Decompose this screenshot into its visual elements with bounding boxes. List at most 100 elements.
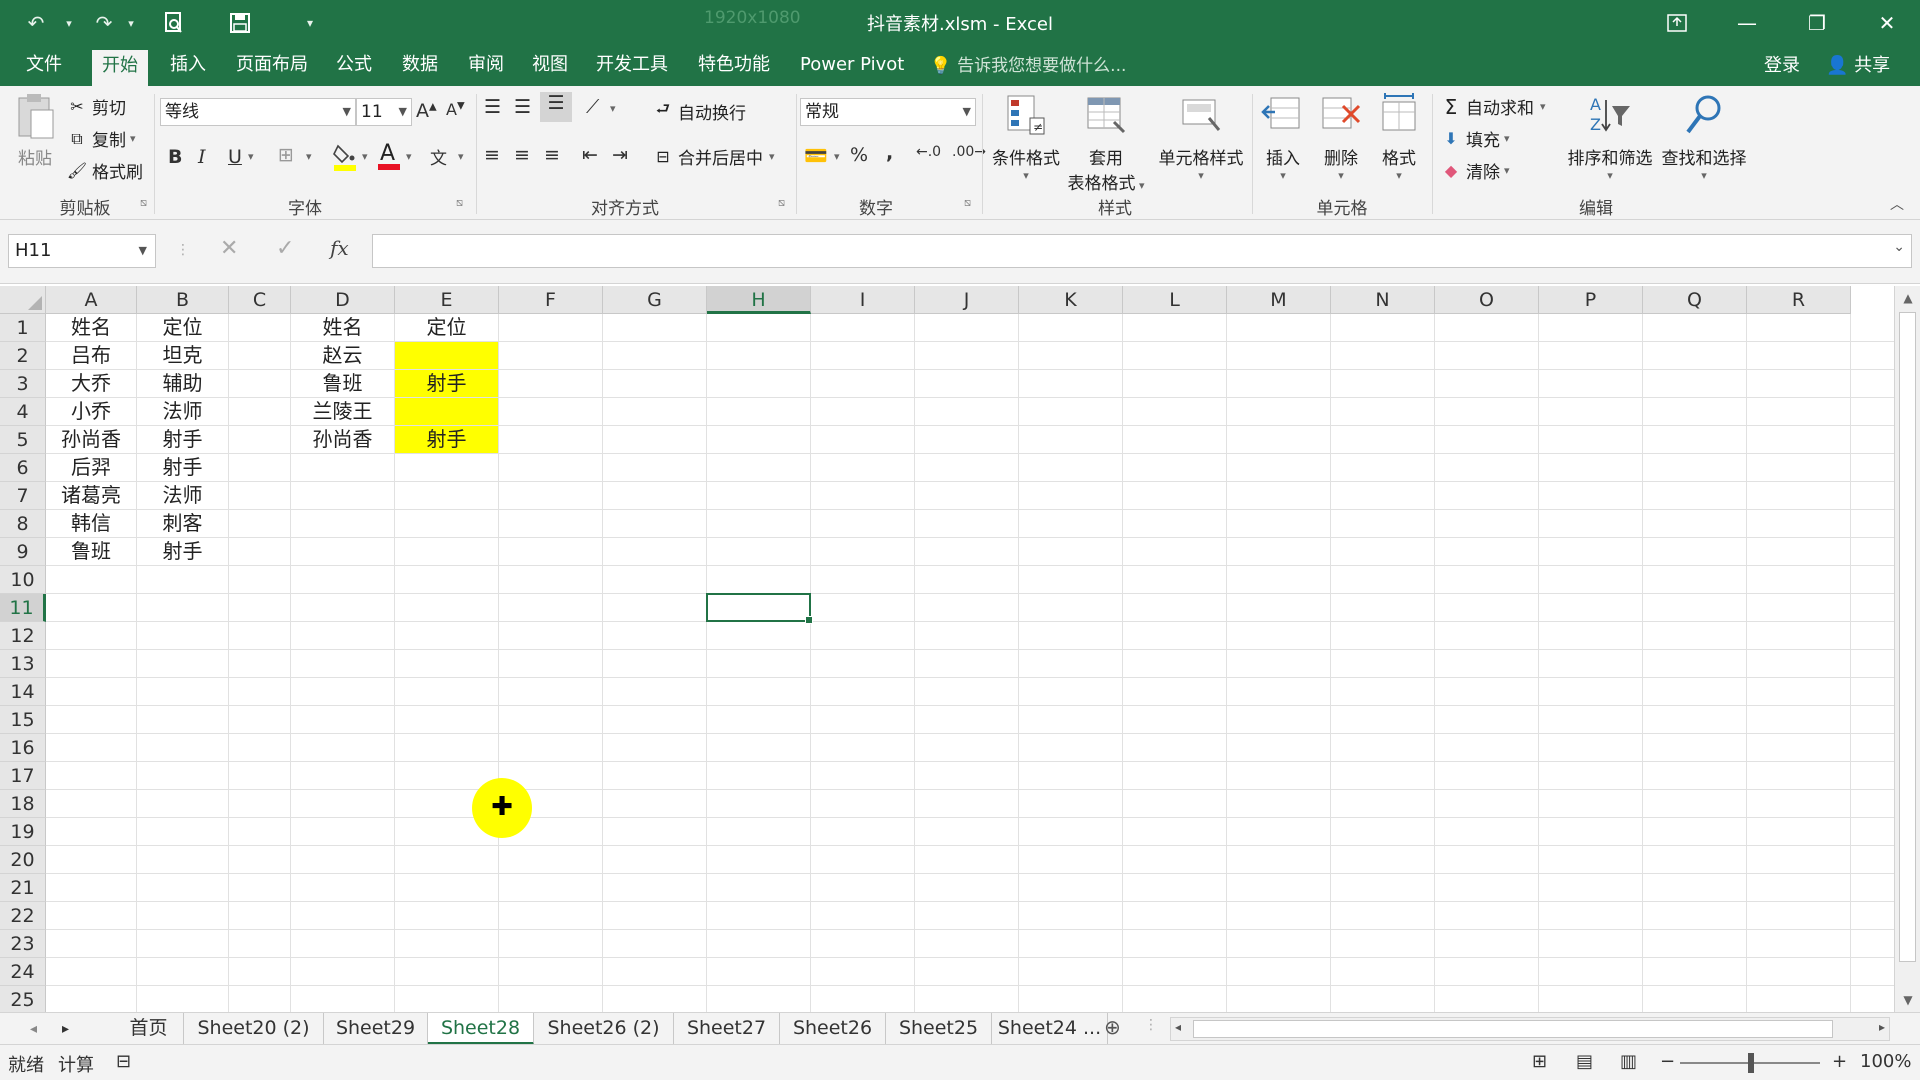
phonetic-guide-icon[interactable]: 文: [430, 144, 447, 169]
autosum-button[interactable]: Σ 自动求和 ▾: [1440, 94, 1546, 120]
format-as-table-button[interactable]: 套用 表格格式 ▾: [1060, 92, 1152, 194]
cell-A8[interactable]: 韩信: [46, 510, 136, 537]
macro-record-icon[interactable]: ⊟: [116, 1051, 131, 1072]
format-painter-button[interactable]: 🖌 格式刷: [66, 158, 143, 183]
cell-A4[interactable]: 小乔: [46, 398, 136, 425]
comma-style-icon[interactable]: ,: [886, 142, 893, 164]
scroll-down-icon[interactable]: ▼: [1895, 988, 1920, 1012]
expand-formula-icon[interactable]: ⌄: [1893, 239, 1905, 255]
row-header-10[interactable]: 10: [0, 566, 46, 594]
cell-D3[interactable]: 鲁班: [291, 370, 394, 397]
fill-button[interactable]: ⬇ 填充 ▾: [1440, 126, 1509, 151]
scroll-right-icon[interactable]: ▸: [1879, 1020, 1885, 1034]
align-center-icon[interactable]: ≡: [514, 144, 530, 166]
cell-A3[interactable]: 大乔: [46, 370, 136, 397]
column-header-P[interactable]: P: [1539, 286, 1643, 314]
italic-icon[interactable]: I: [198, 146, 206, 168]
align-bottom-icon[interactable]: ☰: [540, 92, 572, 122]
row-header-15[interactable]: 15: [0, 706, 46, 734]
sheet-tab-5[interactable]: Sheet27: [674, 1013, 780, 1045]
column-header-J[interactable]: J: [915, 286, 1019, 314]
wrap-text-button[interactable]: ⮐ 自动换行: [652, 98, 746, 125]
column-header-M[interactable]: M: [1227, 286, 1331, 314]
vertical-scrollbar[interactable]: ▲ ▼: [1894, 286, 1920, 1012]
name-box[interactable]: H11 ▼: [8, 234, 156, 268]
horizontal-scrollbar[interactable]: ◂ ▸: [1170, 1017, 1890, 1041]
currency-icon[interactable]: 💳: [804, 144, 828, 167]
select-all-corner[interactable]: [0, 286, 46, 314]
bold-icon[interactable]: B: [168, 146, 182, 168]
column-header-N[interactable]: N: [1331, 286, 1435, 314]
column-header-F[interactable]: F: [499, 286, 603, 314]
share-button[interactable]: 👤 共享: [1826, 46, 1890, 86]
add-sheet-icon[interactable]: ⊕: [1104, 1015, 1121, 1039]
cell-B5[interactable]: 射手: [137, 426, 228, 453]
row-header-8[interactable]: 8: [0, 510, 46, 538]
tab-data[interactable]: 数据: [392, 46, 448, 86]
row-header-17[interactable]: 17: [0, 762, 46, 790]
row-header-11[interactable]: 11: [0, 594, 46, 622]
number-format-select[interactable]: 常规 ▼: [800, 98, 976, 126]
format-cells-button[interactable]: 格式 ▾: [1374, 92, 1424, 182]
dialog-launcher-icon[interactable]: ⧅: [456, 196, 463, 210]
sheet-tab-4[interactable]: Sheet26 (2): [534, 1013, 674, 1045]
column-header-G[interactable]: G: [603, 286, 707, 314]
font-size-select[interactable]: 11 ▼: [356, 98, 412, 126]
restore-icon[interactable]: ❐: [1786, 0, 1848, 46]
clear-button[interactable]: ◆ 清除 ▾: [1440, 158, 1510, 183]
tab-formulas[interactable]: 公式: [326, 46, 382, 86]
row-header-16[interactable]: 16: [0, 734, 46, 762]
increase-indent-icon[interactable]: ⇥: [612, 144, 628, 166]
ribbon-display-options-icon[interactable]: [1646, 0, 1708, 46]
chevron-down-icon[interactable]: ▾: [834, 150, 840, 163]
login-button[interactable]: 登录: [1764, 46, 1800, 86]
tab-special-features[interactable]: 特色功能: [688, 46, 780, 86]
row-header-20[interactable]: 20: [0, 846, 46, 874]
scroll-left-icon[interactable]: ◂: [1175, 1020, 1181, 1034]
row-header-3[interactable]: 3: [0, 370, 46, 398]
cell-D4[interactable]: 兰陵王: [291, 398, 394, 425]
percent-icon[interactable]: %: [850, 144, 868, 166]
cell-B8[interactable]: 刺客: [137, 510, 228, 537]
horizontal-scroll-thumb[interactable]: [1193, 1020, 1833, 1038]
sort-filter-button[interactable]: AZ 排序和筛选 ▾: [1562, 92, 1658, 182]
cell-B6[interactable]: 射手: [137, 454, 228, 481]
increase-decimal-icon[interactable]: ←.0: [916, 144, 941, 160]
column-header-D[interactable]: D: [291, 286, 395, 314]
column-header-A[interactable]: A: [46, 286, 137, 314]
zoom-out-icon[interactable]: −: [1660, 1051, 1675, 1072]
column-header-O[interactable]: O: [1435, 286, 1539, 314]
row-header-13[interactable]: 13: [0, 650, 46, 678]
conditional-formatting-button[interactable]: ≠ 条件格式 ▾: [984, 92, 1068, 182]
column-header-E[interactable]: E: [395, 286, 499, 314]
cut-button[interactable]: ✂ 剪切: [66, 94, 126, 119]
sheet-tab-6[interactable]: Sheet26: [780, 1013, 886, 1045]
enter-check-icon[interactable]: ✓: [276, 236, 294, 261]
more-options-icon[interactable]: ⋮: [1144, 1017, 1158, 1033]
cell-A5[interactable]: 孙尚香: [46, 426, 136, 453]
column-header-I[interactable]: I: [811, 286, 915, 314]
row-header-14[interactable]: 14: [0, 678, 46, 706]
cell-B9[interactable]: 射手: [137, 538, 228, 565]
sheet-tab-1[interactable]: Sheet20 (2): [184, 1013, 324, 1045]
align-right-icon[interactable]: ≡: [544, 144, 560, 166]
cell-A2[interactable]: 吕布: [46, 342, 136, 369]
tab-developer[interactable]: 开发工具: [586, 46, 678, 86]
normal-view-icon[interactable]: ⊞: [1532, 1051, 1547, 1072]
align-left-icon[interactable]: ≡: [484, 144, 500, 166]
row-header-1[interactable]: 1: [0, 314, 46, 342]
row-header-4[interactable]: 4: [0, 398, 46, 426]
chevron-down-icon[interactable]: ▾: [362, 150, 368, 163]
increase-font-icon[interactable]: A▲: [416, 100, 437, 122]
decrease-font-icon[interactable]: A▼: [446, 100, 465, 119]
chevron-down-icon[interactable]: ▼: [139, 235, 147, 267]
tab-page-layout[interactable]: 页面布局: [226, 46, 318, 86]
vertical-scroll-thumb[interactable]: [1899, 312, 1916, 962]
cell-E1[interactable]: 定位: [395, 314, 498, 341]
cell-D1[interactable]: 姓名: [291, 314, 394, 341]
dialog-launcher-icon[interactable]: ⧅: [140, 196, 147, 210]
column-header-L[interactable]: L: [1123, 286, 1227, 314]
fill-color-icon[interactable]: [332, 142, 358, 177]
cell-A9[interactable]: 鲁班: [46, 538, 136, 565]
font-color-icon[interactable]: A: [376, 140, 402, 177]
